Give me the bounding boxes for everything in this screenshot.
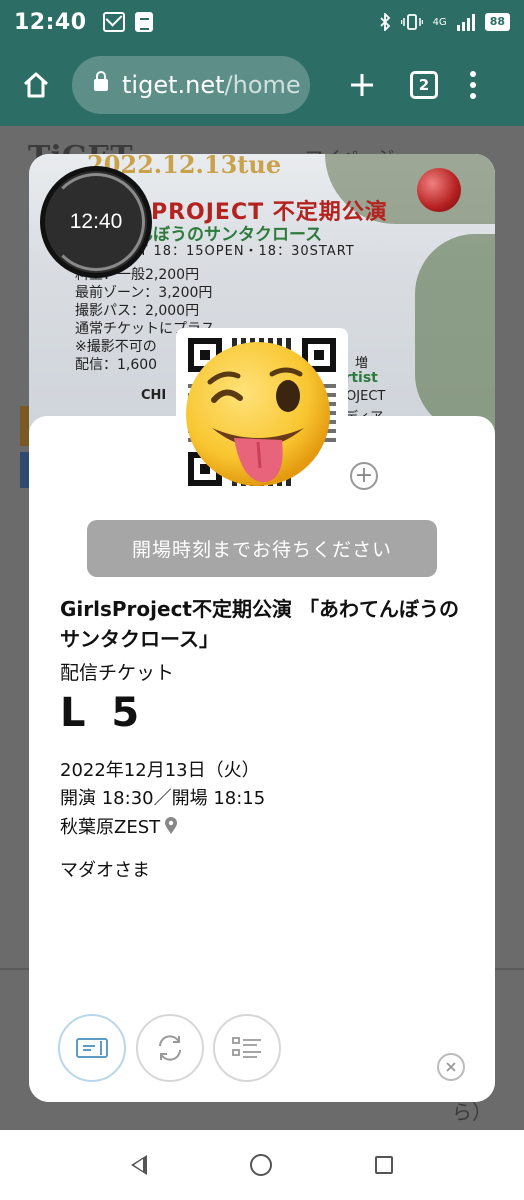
ticket-holder-name: マダオさま [60, 860, 150, 881]
home-nav-icon[interactable] [249, 1154, 272, 1176]
seat-number: L 5 [60, 690, 146, 736]
back-icon[interactable] [131, 1155, 148, 1175]
recents-icon[interactable] [374, 1156, 393, 1174]
signal-icon [456, 13, 475, 31]
ornament-graphic [417, 168, 461, 212]
gmail-icon [102, 12, 125, 32]
close-icon [446, 1062, 456, 1072]
ticket-view-button[interactable] [58, 1014, 126, 1082]
home-button[interactable] [16, 65, 56, 105]
battery-icon: 88 [484, 13, 510, 31]
plus-circle-icon[interactable]: + [350, 462, 378, 490]
location-pin-icon [165, 817, 178, 834]
browser-toolbar: tiget.net/home 2 [0, 44, 524, 126]
flyer-decoration [415, 234, 495, 434]
home-icon [23, 72, 49, 98]
event-date: 2022年12月13日（火） [60, 760, 260, 781]
winking-tongue-emoji-icon [186, 342, 330, 486]
new-tab-button[interactable] [342, 65, 382, 105]
flyer-line: 撮影パス：2,000円 [75, 303, 200, 319]
close-button[interactable] [437, 1053, 465, 1081]
system-nav-bar [0, 1130, 524, 1200]
url-domain: tiget.net [122, 71, 225, 99]
flyer-line: 最前ゾーン：3,200円 [75, 285, 213, 301]
lock-icon [94, 71, 108, 91]
flyer-text: 増 [355, 356, 369, 371]
flyer-text: CHI [141, 388, 167, 403]
status-bar: 12:40 4G 88 [0, 0, 524, 44]
status-time: 12:40 [14, 9, 87, 35]
more-vert-icon [470, 71, 476, 77]
venue-name: 秋葉原ZEST [60, 817, 161, 838]
venue-link[interactable]: 秋葉原ZEST [60, 813, 178, 839]
document-icon [134, 12, 153, 32]
tab-switcher-button[interactable]: 2 [410, 71, 438, 99]
plus-icon [351, 74, 373, 96]
url-path: /home [224, 71, 301, 99]
list-icon [232, 1037, 261, 1058]
network-type: 4G [432, 16, 447, 28]
notification-icons [102, 12, 153, 32]
ticket-type: 配信チケット [60, 662, 175, 684]
ticket-icon [76, 1038, 108, 1058]
vibrate-icon [400, 14, 423, 30]
bluetooth-icon [379, 13, 390, 31]
refresh-button[interactable] [136, 1014, 204, 1082]
more-menu-button[interactable] [470, 71, 476, 99]
clock-timer: 12:40 [40, 166, 152, 278]
address-bar[interactable]: tiget.net/home [72, 56, 310, 114]
list-button[interactable] [213, 1014, 281, 1082]
event-title: GirlsProject不定期公演 「あわてんぼうのサンタクロース」 [60, 597, 459, 651]
refresh-icon [159, 1035, 181, 1061]
event-times: 開演 18:30／開場 18:15 [60, 788, 266, 809]
wait-for-opening-button[interactable]: 開場時刻までお待ちください [87, 520, 437, 577]
system-icons: 4G 88 [379, 13, 510, 31]
